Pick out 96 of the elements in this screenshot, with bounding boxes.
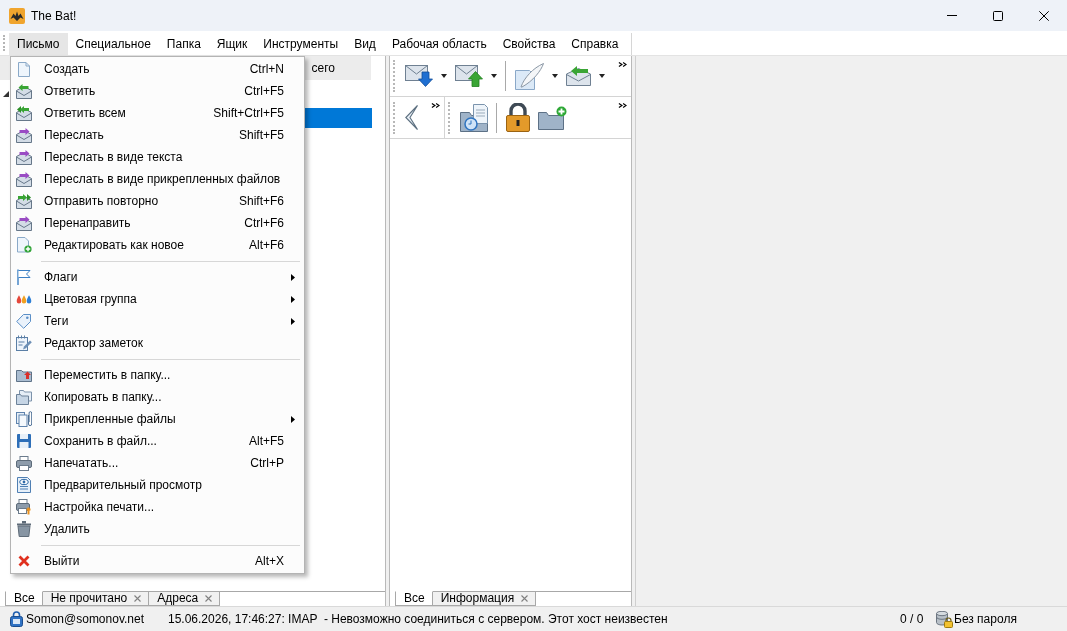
padlock-icon	[10, 611, 23, 627]
tab[interactable]: Информация	[432, 591, 537, 606]
maximize-icon	[993, 10, 1003, 21]
menu-bar-item[interactable]: Инструменты	[255, 33, 347, 55]
folder-clock-icon	[460, 103, 488, 132]
tab[interactable]: Адреса	[149, 591, 221, 606]
tag-icon	[16, 313, 32, 329]
toolbar-button[interactable]	[457, 101, 491, 134]
menu-item[interactable]: Отправить повторно Shift+F6	[11, 190, 304, 212]
tab[interactable]: Все	[395, 591, 433, 606]
notepad-pencil-icon	[16, 335, 32, 351]
menu-item[interactable]: Настройка печати...	[11, 496, 304, 518]
envelope-down-arrow-icon	[405, 65, 433, 87]
bat-logo-icon	[9, 7, 25, 24]
password-status: Без пароля	[954, 612, 1017, 626]
menu-item[interactable]: Выйти Alt+X	[11, 550, 304, 572]
paperclip-document-icon	[16, 411, 32, 427]
flag-icon	[17, 269, 31, 285]
folders-icon	[16, 389, 32, 405]
menu-item[interactable]: Переслать в виде текста	[11, 146, 304, 168]
keyboard-shortcut: Alt+F5	[249, 434, 284, 448]
envelope-arrow-icon	[16, 215, 32, 231]
printer-icon	[16, 455, 32, 471]
keyboard-shortcut: Ctrl+F6	[244, 216, 284, 230]
document-icon	[18, 61, 30, 77]
keyboard-shortcut: Ctrl+F5	[244, 84, 284, 98]
keyboard-shortcut: Shift+F5	[238, 128, 284, 142]
keyboard-shortcut: Alt+F6	[249, 238, 284, 252]
envelope-arrow-icon	[16, 83, 32, 99]
menu-item[interactable]: Копировать в папку...	[11, 386, 304, 408]
database-lock-icon	[936, 610, 953, 628]
close-icon[interactable]	[521, 595, 529, 602]
column-header: сего	[311, 61, 335, 75]
menu-item[interactable]: Прикрепленные файлы	[11, 408, 304, 430]
menu-item[interactable]: Теги	[11, 310, 304, 332]
envelope-arrow-icon	[16, 127, 32, 143]
menu-bar-item[interactable]: Свойства	[494, 33, 564, 55]
keyboard-shortcut: Shift+F6	[238, 194, 284, 208]
double-chevron-icon[interactable]	[618, 103, 627, 108]
menu-bar-item[interactable]: Рабочая область	[383, 33, 495, 55]
chevron-left-icon	[405, 105, 418, 130]
account-name: Somon@somonov.net	[26, 612, 145, 626]
document-quill-icon	[515, 62, 544, 90]
menu-item[interactable]: Удалить	[11, 518, 304, 540]
menu-item[interactable]: Создать Ctrl+N	[11, 58, 304, 80]
window-title: The Bat!	[31, 8, 77, 23]
keyboard-shortcut: Ctrl+N	[249, 62, 284, 76]
menu-item[interactable]: Флаги	[11, 266, 304, 288]
envelope-up-arrow-icon	[455, 65, 483, 87]
menu-item[interactable]: Редактировать как новое Alt+F6	[11, 234, 304, 256]
menu-item[interactable]: Предварительный просмотр	[11, 474, 304, 496]
menu-bar-item[interactable]: Специальное	[67, 33, 159, 55]
close-icon[interactable]	[205, 595, 213, 602]
keyboard-shortcut: Alt+X	[255, 554, 284, 568]
envelope-double-arrow-icon	[16, 193, 32, 209]
double-chevron-icon[interactable]	[618, 62, 627, 67]
expanded-arrow-icon[interactable]	[3, 91, 9, 97]
folder-plus-icon	[538, 105, 567, 130]
keyboard-shortcut: Ctrl+P	[250, 456, 284, 470]
color-drops-icon	[16, 294, 32, 304]
menu-item[interactable]: Ответить Ctrl+F5	[11, 80, 304, 102]
menu-bar-item[interactable]: Ящик	[208, 33, 256, 55]
double-chevron-icon[interactable]	[431, 103, 440, 108]
padlock-icon	[506, 103, 530, 132]
document-eye-icon	[17, 477, 31, 493]
minimize-icon	[947, 15, 957, 16]
menu-item[interactable]: Напечатать... Ctrl+P	[11, 452, 304, 474]
message-counter: 0 / 0	[900, 612, 924, 626]
menu-item[interactable]: Перенаправить Ctrl+F6	[11, 212, 304, 234]
cross-icon	[18, 555, 30, 567]
menu-item[interactable]: Переслать в виде прикрепленных файлов	[11, 168, 304, 190]
menu-item[interactable]: Сохранить в файл... Alt+F5	[11, 430, 304, 452]
menu-item[interactable]: Редактор заметок	[11, 332, 304, 354]
trash-icon	[17, 521, 31, 537]
tab[interactable]: Не прочитано	[42, 591, 150, 606]
envelope-double-arrow-icon	[16, 105, 32, 121]
menu-item[interactable]: Ответить всем Shift+Ctrl+F5	[11, 102, 304, 124]
envelope-arrow-icon	[566, 66, 591, 86]
printer-icon	[16, 499, 32, 515]
status-message: 15.06.2026, 17:46:27: IMAP - Невозможно соединиться с сервером. Этот хост неизвестен	[168, 612, 668, 626]
menu-item[interactable]: Переместить в папку...	[11, 364, 304, 386]
menu-bar-item[interactable]: Письмо	[9, 33, 68, 55]
toolbar-button[interactable]	[503, 101, 533, 134]
document-plus-icon	[16, 237, 32, 253]
folder-arrow-icon	[16, 368, 32, 382]
menu-bar-item[interactable]: Справка	[563, 33, 627, 55]
menu-item[interactable]: Переслать Shift+F5	[11, 124, 304, 146]
keyboard-shortcut: Shift+Ctrl+F5	[213, 106, 284, 120]
menu-item[interactable]: Цветовая группа	[11, 288, 304, 310]
envelope-arrow-icon	[16, 171, 32, 187]
close-icon	[1039, 10, 1049, 21]
envelope-arrow-icon	[16, 149, 32, 165]
menu-bar-item[interactable]: Папка	[158, 33, 209, 55]
tab[interactable]: Все	[5, 591, 43, 606]
menu-bar-item[interactable]: Вид	[346, 33, 384, 55]
close-icon[interactable]	[134, 595, 142, 602]
